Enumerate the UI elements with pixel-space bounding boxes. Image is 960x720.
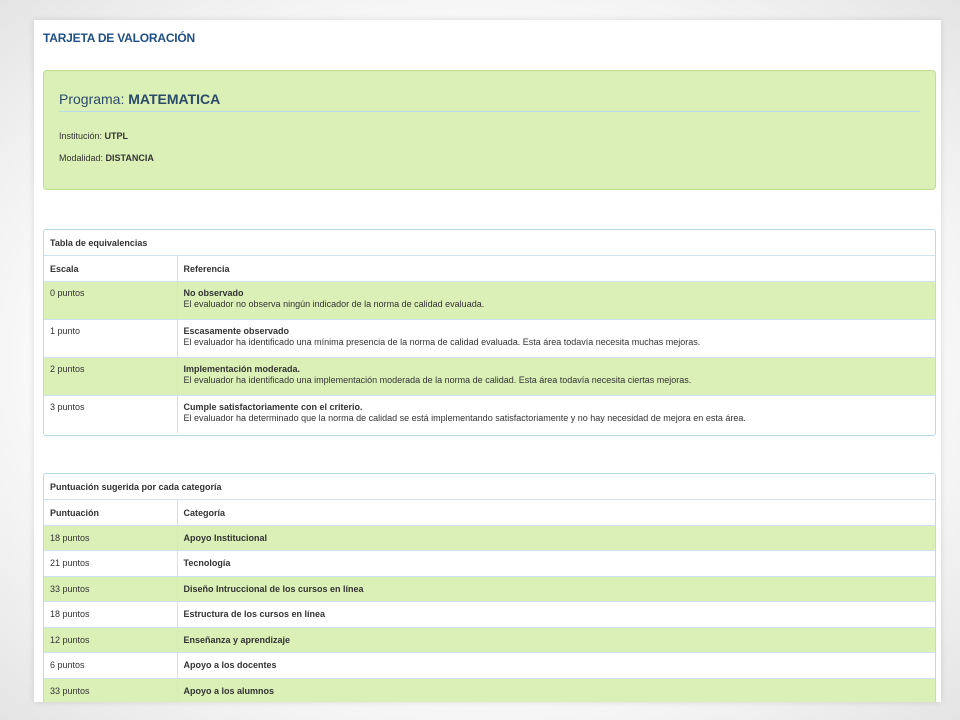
equivalences-table: Escala Referencia 0 puntos No observado … [44,256,935,433]
table-row: 33 puntos Apoyo a los alumnos [44,677,935,702]
column-header-points: Puntuación [44,500,178,525]
reference-description: El evaluador ha identificado una mínima … [183,336,701,347]
table-row: 2 puntos Implementación moderada. El eva… [44,356,935,395]
points-cell: 6 puntos [44,652,178,678]
scale-cell: 2 puntos [44,356,178,395]
points-cell: 33 puntos [44,575,178,602]
reference-label: Escasamente observado [183,325,290,336]
reference-description: El evaluador ha identificado una impleme… [183,374,692,385]
modality-label: Modalidad: [59,153,104,163]
table-row: 21 puntos Tecnología [44,550,935,576]
scale-cell: 3 puntos [44,394,178,433]
equivalences-title: Tabla de equivalencias [44,230,935,256]
reference-cell: Escasamente observado El evaluador ha id… [177,318,935,357]
category-cell: Apoyo Institucional [177,524,935,551]
institution-label: Institución: [59,131,103,141]
scale-cell: 1 punto [44,318,178,357]
table-row: 33 puntos Diseño Intruccional de los cur… [44,575,935,602]
modality-value: DISTANCIA [105,153,154,163]
scale-cell: 0 puntos [44,280,178,319]
table-header-row: Escala Referencia [44,256,935,281]
table-row: 1 punto Escasamente observado El evaluad… [44,318,935,357]
modality-row: Modalidad: DISTANCIA [59,153,154,163]
program-value: MATEMATICA [128,91,221,107]
equivalences-panel: Tabla de equivalencias Escala Referencia… [43,229,936,436]
column-header-reference: Referencia [183,264,230,274]
institution-value: UTPL [104,131,129,141]
category-cell: Apoyo a los alumnos [177,677,935,702]
category-cell: Tecnología [177,550,935,576]
points-cell: 12 puntos [44,626,178,653]
points-cell: 18 puntos [44,601,178,627]
institution-row: Institución: UTPL [59,131,128,141]
points-cell: 21 puntos [44,550,178,576]
reference-label: No observado [183,287,244,298]
category-cell: Diseño Intruccional de los cursos en lín… [177,575,935,602]
category-cell: Estructura de los cursos en línea [177,601,935,627]
column-header-category: Categoría [183,508,226,518]
table-header-row: Puntuación Categoría [44,500,935,525]
category-cell: Apoyo a los docentes [177,652,935,678]
reference-description: El evaluador no observa ningún indicador… [183,298,485,309]
reference-cell: Cumple satisfactoriamente con el criteri… [177,394,935,433]
reference-cell: Implementación moderada. El evaluador ha… [177,356,935,395]
points-cell: 18 puntos [44,524,178,551]
category-cell: Enseñanza y aprendizaje [177,626,935,653]
program-label: Programa: [59,91,125,107]
points-cell: 33 puntos [44,677,178,702]
evaluation-sheet: TARJETA DE VALORACIÓN Programa: MATEMATI… [34,20,941,702]
scores-title: Puntuación sugerida por cada categoría [44,474,935,500]
reference-description: El evaluador ha determinado que la norma… [183,412,746,423]
table-row: 3 puntos Cumple satisfactoriamente con e… [44,394,935,433]
table-row: 6 puntos Apoyo a los docentes [44,652,935,678]
program-info-box: Programa: MATEMATICA Institución: UTPL M… [43,70,936,190]
scores-panel: Puntuación sugerida por cada categoría P… [43,473,936,702]
table-row: 0 puntos No observado El evaluador no ob… [44,280,935,319]
reference-cell: No observado El evaluador no observa nin… [177,280,935,319]
table-row: 18 puntos Apoyo Institucional [44,524,935,551]
column-header-scale: Escala [44,256,178,281]
page-title: TARJETA DE VALORACIÓN [43,31,196,45]
scores-table: Puntuación Categoría 18 puntos Apoyo Ins… [44,500,935,702]
program-heading: Programa: MATEMATICA [59,91,220,107]
table-row: 18 puntos Estructura de los cursos en lí… [44,601,935,627]
table-row: 12 puntos Enseñanza y aprendizaje [44,626,935,653]
reference-label: Implementación moderada. [183,363,301,374]
reference-label: Cumple satisfactoriamente con el criteri… [183,401,363,412]
program-divider [59,111,920,112]
